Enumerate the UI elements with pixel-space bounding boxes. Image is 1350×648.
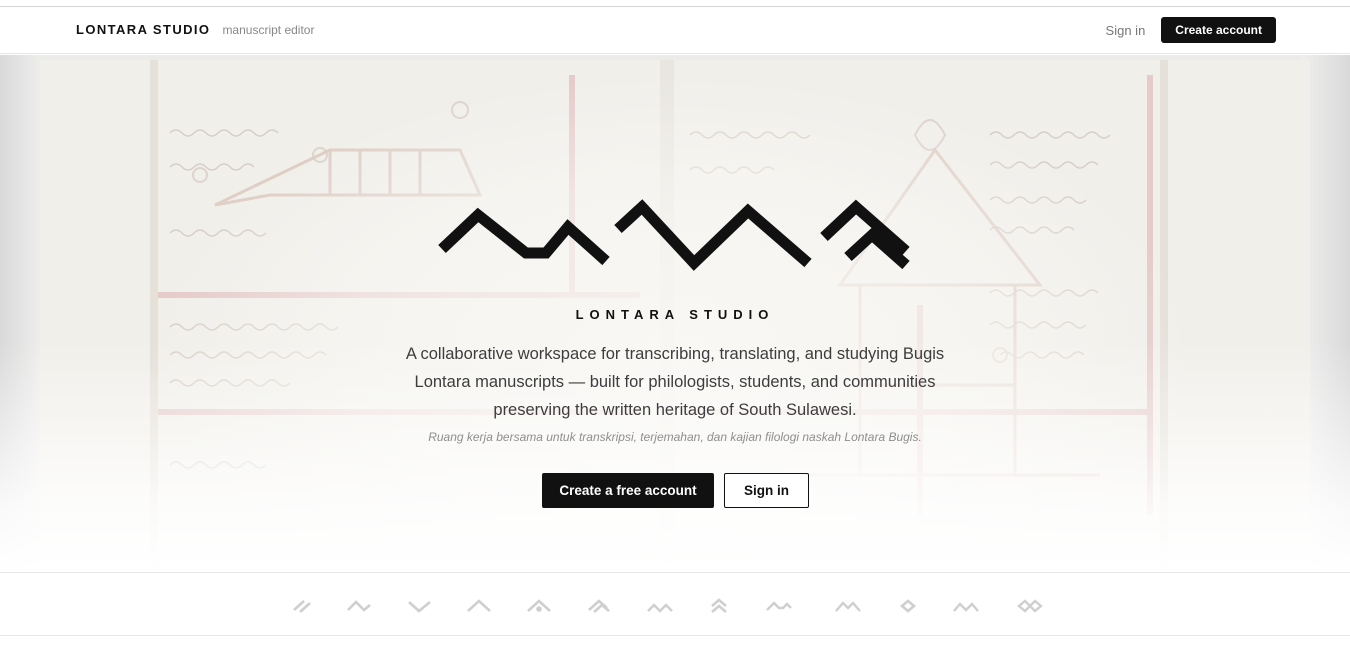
create-free-account-button[interactable]: Create a free account <box>542 473 714 508</box>
create-account-button[interactable]: Create account <box>1161 17 1276 43</box>
ka-glyph-icon <box>290 598 318 614</box>
nra-glyph-icon <box>952 598 980 614</box>
hero-content: LONTARA STUDIO A collaborative workspace… <box>0 55 1350 572</box>
ca-glyph-icon <box>1016 598 1044 614</box>
hero-wordmark: LONTARA STUDIO <box>575 307 775 322</box>
na-glyph-icon <box>894 598 922 614</box>
mpa-glyph-icon <box>705 598 733 614</box>
ba-glyph-icon <box>585 598 613 614</box>
ta-glyph-icon <box>765 598 793 614</box>
lontara-glyph-strip <box>0 572 1350 636</box>
brand-tagline: manuscript editor <box>222 23 315 37</box>
ma-glyph-icon <box>646 598 674 614</box>
nga-glyph-icon <box>406 598 434 614</box>
hero-sign-in-button[interactable]: Sign in <box>724 473 809 508</box>
ngka-glyph-icon <box>465 598 493 614</box>
nav-actions: Sign in Create account <box>1106 17 1276 43</box>
pa-glyph-icon <box>525 598 553 614</box>
brand-name[interactable]: LONTARA STUDIO <box>76 22 210 37</box>
hero-cta-row: Create a free account Sign in <box>542 473 809 508</box>
ga-glyph-icon <box>346 598 374 614</box>
top-nav-bar: LONTARA STUDIO manuscript editor Sign in… <box>0 6 1350 54</box>
hero-section: LONTARA STUDIO A collaborative workspace… <box>0 55 1350 572</box>
lontara-script-logo-icon <box>438 199 910 271</box>
brand[interactable]: LONTARA STUDIO manuscript editor <box>76 22 314 37</box>
hero-tagline: A collaborative workspace for transcribi… <box>405 345 945 419</box>
da-glyph-icon <box>834 598 862 614</box>
sign-in-link[interactable]: Sign in <box>1106 23 1146 38</box>
hero-tagline-indonesian: Ruang kerja bersama untuk transkripsi, t… <box>428 430 922 444</box>
